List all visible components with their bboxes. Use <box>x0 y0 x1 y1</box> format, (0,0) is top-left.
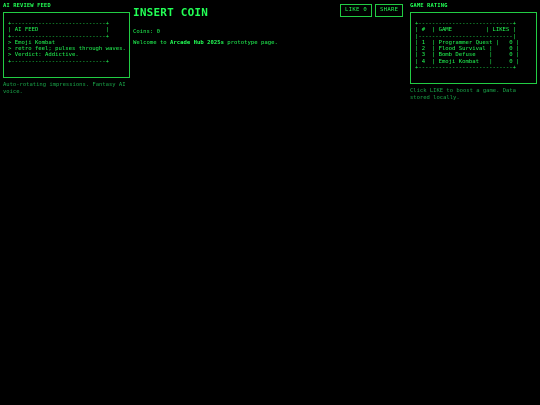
game-rating-title: GAME RATING <box>410 3 448 9</box>
welcome-brand: Arcade Hub 2025s <box>170 40 224 46</box>
ai-feed-panel: +----------------------------+ | AI FEED… <box>3 12 130 78</box>
ai-feed-note: Auto-rotating impressions. Fantasy AI vo… <box>3 82 126 95</box>
like-button[interactable]: LIKE 0 <box>340 4 373 17</box>
ai-feed-ascii: +----------------------------+ | AI FEED… <box>8 21 126 65</box>
game-rating-panel: +----------------------------+ | # | GAM… <box>410 12 537 84</box>
toolbar: LIKE 0 SHARE <box>340 4 404 17</box>
welcome-prefix: Welcome to <box>133 40 171 46</box>
ai-review-feed-title: AI REVIEW FEED <box>3 3 51 9</box>
game-rating-note: Click LIKE to boost a game. Data stored … <box>410 88 516 101</box>
coins-counter: Coins: 0 <box>133 29 160 35</box>
ai-review-feed-section: AI REVIEW FEED +------------------------… <box>3 3 130 96</box>
game-rating-section: GAME RATING +---------------------------… <box>410 3 537 102</box>
share-button[interactable]: SHARE <box>375 4 404 17</box>
welcome-suffix: prototype page. <box>223 40 278 46</box>
game-rating-ascii-table: +----------------------------+ | # | GAM… <box>415 21 520 72</box>
welcome-text: Welcome to Arcade Hub 2025s prototype pa… <box>133 40 405 47</box>
